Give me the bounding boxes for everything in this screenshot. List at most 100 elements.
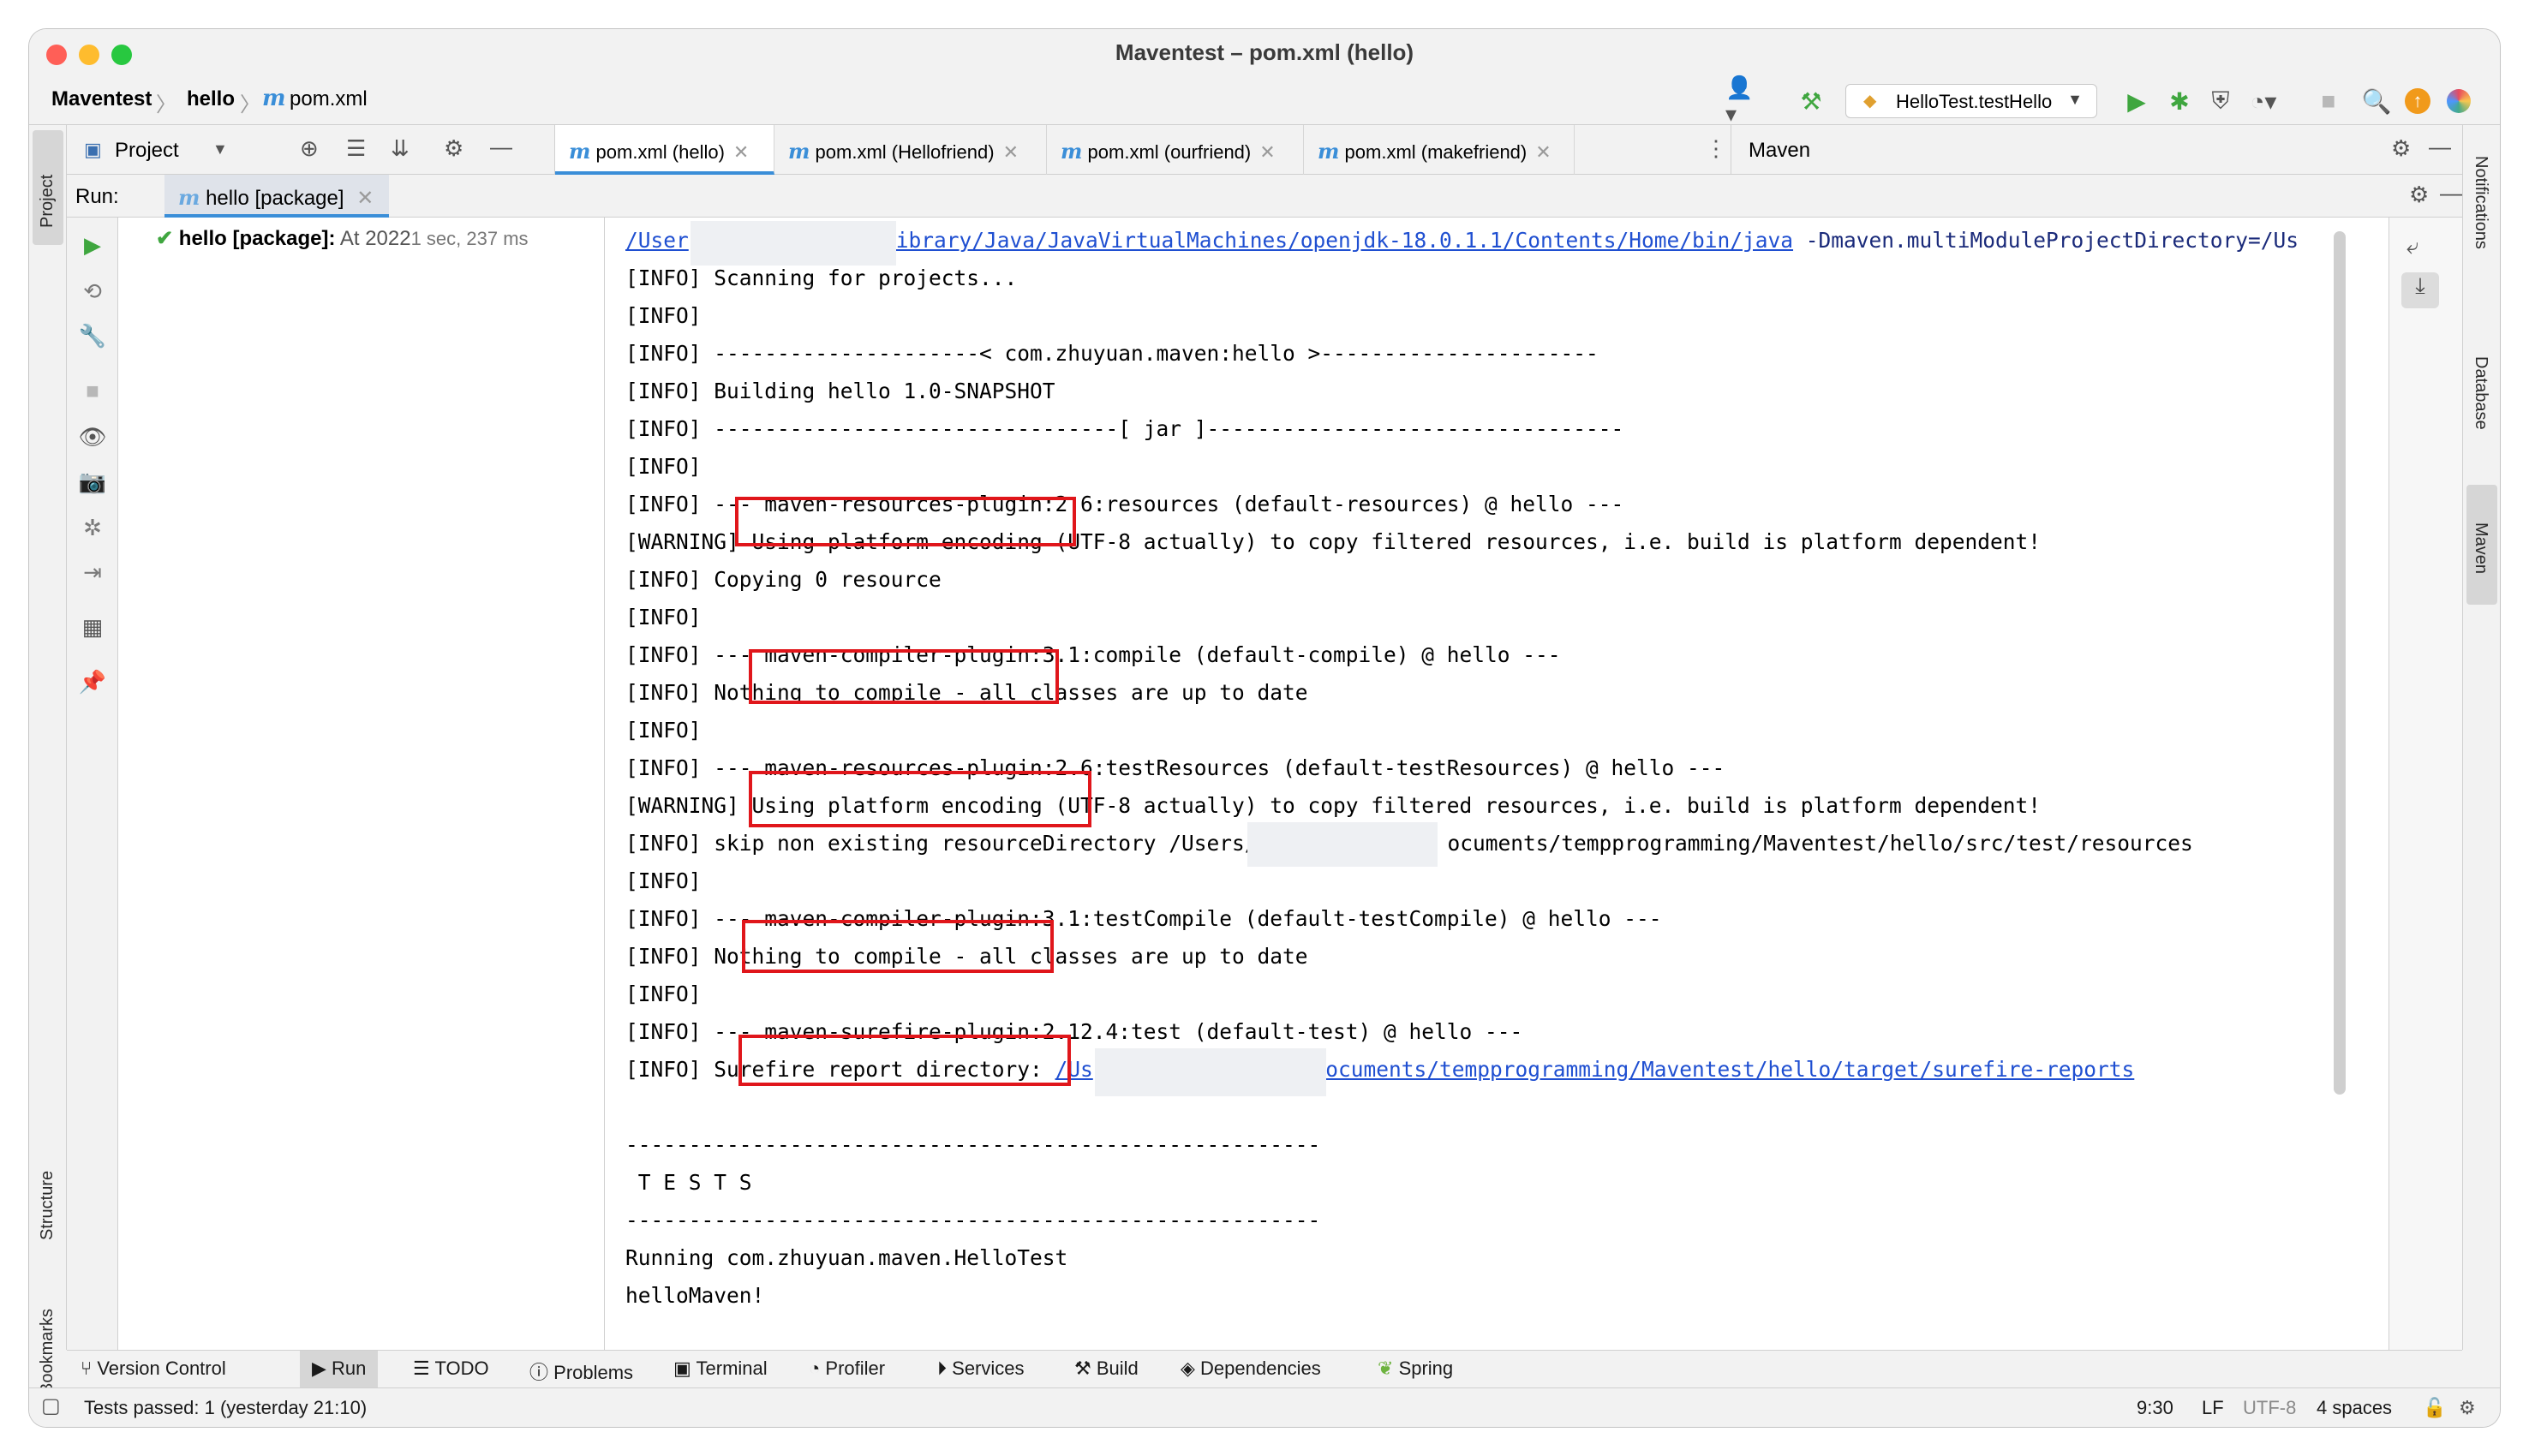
- search-icon[interactable]: 🔍: [2359, 84, 2394, 118]
- breadcrumb-project[interactable]: Maventest: [51, 87, 152, 111]
- tab-pom-ourfriend[interactable]: m pom.xml (ourfriend) ✕: [1047, 125, 1304, 175]
- tab-dependencies[interactable]: ◈ Dependencies: [1181, 1358, 1321, 1380]
- tab-label: Profiler: [825, 1358, 886, 1379]
- command-args: -Dmaven.multiModuleProjectDirectory=/Us: [1793, 228, 2299, 253]
- profile-icon[interactable]: ◔▾: [2246, 84, 2281, 118]
- gear-icon[interactable]: ⚙: [444, 135, 463, 162]
- console-line: [INFO] ---------------------< com.zhuyua…: [625, 341, 1599, 366]
- hide-panel-icon[interactable]: —: [2429, 134, 2451, 160]
- toggle-tool-windows-icon[interactable]: ▢: [41, 1393, 61, 1418]
- project-panel-label[interactable]: Project: [115, 139, 179, 163]
- rerun-icon[interactable]: ▶: [75, 228, 110, 262]
- java-path-link[interactable]: ibrary/Java/JavaVirtualMachines/openjdk-…: [896, 228, 1793, 253]
- run-configuration-select[interactable]: ◆ HelloTest.testHello ▼: [1845, 84, 2097, 118]
- tab-label: Run: [332, 1358, 367, 1379]
- update-icon[interactable]: ↑: [2400, 84, 2435, 118]
- profiler-icon: ◔: [809, 1358, 821, 1379]
- hide-panel-icon[interactable]: —: [490, 134, 512, 160]
- java-path-link-start[interactable]: /User: [625, 228, 689, 253]
- redacted-region: [691, 221, 896, 266]
- close-icon[interactable]: ✕: [1003, 141, 1019, 163]
- maven-panel-header: Maven ⚙ —: [1731, 125, 2462, 175]
- soft-wrap-icon[interactable]: ⤶: [2406, 233, 2419, 260]
- maven-stripe-label: Maven: [2472, 522, 2490, 575]
- status-message[interactable]: Tests passed: 1 (yesterday 21:10): [84, 1397, 367, 1419]
- gear-icon[interactable]: ⚙: [2391, 135, 2411, 162]
- run-tab-hello-package[interactable]: m hello [package] ✕: [164, 175, 390, 218]
- rerun-failed-icon[interactable]: ⟲: [75, 274, 110, 308]
- caret-position[interactable]: 9:30: [2137, 1397, 2173, 1419]
- gear-icon[interactable]: ⚙: [2409, 182, 2429, 208]
- user-account-icon[interactable]: 👤▾: [1725, 75, 1760, 127]
- tab-profiler[interactable]: ◔ Profiler: [809, 1358, 885, 1380]
- console-line: [INFO]: [625, 718, 702, 743]
- tree-item-hello-package[interactable]: ✔ hello [package]: At 20221 sec, 237 ms: [156, 226, 529, 251]
- debug-settings-icon[interactable]: ✲: [75, 510, 110, 545]
- tab-build[interactable]: ⚒ Build: [1074, 1358, 1139, 1380]
- pin-tab-icon[interactable]: 📌: [75, 665, 110, 699]
- tab-spring[interactable]: ❦ Spring: [1378, 1358, 1453, 1380]
- surefire-reports-link[interactable]: /Documents/tempprogramming/Maventest/hel…: [1300, 1057, 2135, 1082]
- show-passed-eye-icon[interactable]: 👁: [75, 420, 110, 454]
- tab-label: Version Control: [97, 1358, 226, 1379]
- file-encoding[interactable]: UTF-8: [2243, 1397, 2296, 1419]
- chevron-down-icon: ▼: [2067, 91, 2083, 108]
- stop-icon[interactable]: ■: [75, 373, 110, 408]
- console-line: T E S T S: [625, 1170, 752, 1195]
- vertical-scrollbar[interactable]: [2334, 231, 2346, 1095]
- notifications-stripe-label[interactable]: Notifications: [2471, 156, 2490, 249]
- tab-run[interactable]: ▶ Run: [300, 1351, 379, 1388]
- tab-services[interactable]: ⏵ Services: [937, 1358, 1025, 1380]
- hide-panel-icon[interactable]: —: [2440, 180, 2462, 206]
- list-icon: ☰: [413, 1358, 430, 1379]
- tab-version-control[interactable]: ⑂ Version Control: [81, 1358, 226, 1380]
- tab-terminal[interactable]: ▣ Terminal: [673, 1358, 768, 1380]
- layout-icon[interactable]: ▦: [75, 610, 110, 644]
- bookmarks-stripe-label[interactable]: Bookmarks: [38, 1309, 57, 1394]
- breadcrumb-module[interactable]: hello: [187, 87, 235, 111]
- more-tabs-icon[interactable]: ⋮: [1705, 135, 1727, 162]
- expand-all-icon[interactable]: ☰: [346, 135, 366, 162]
- tab-label: Build: [1096, 1358, 1139, 1379]
- close-icon[interactable]: ✕: [356, 187, 374, 210]
- close-icon[interactable]: ✕: [1259, 141, 1275, 163]
- maven-run-icon: m: [178, 185, 200, 210]
- settings-sync-icon[interactable]: ⚙: [2459, 1397, 2476, 1419]
- chevron-down-icon[interactable]: ▼: [212, 140, 228, 158]
- dependencies-icon: ◈: [1181, 1358, 1195, 1379]
- redacted-region: [1095, 1048, 1326, 1096]
- lock-icon[interactable]: 🔓: [2423, 1397, 2446, 1419]
- screenshot-camera-icon[interactable]: 📷: [75, 464, 110, 498]
- indent-setting[interactable]: 4 spaces: [2317, 1397, 2392, 1419]
- console-line: [INFO]: [625, 982, 702, 1006]
- scroll-to-end-icon[interactable]: ⤓: [2401, 272, 2439, 308]
- console-line: Running com.zhuyuan.maven.HelloTest: [625, 1245, 1068, 1270]
- collapse-all-icon[interactable]: ⇊: [391, 135, 410, 162]
- coverage-icon[interactable]: ⛨: [2203, 84, 2238, 118]
- console-side-toolbar: ⤶ ⤓: [2388, 218, 2462, 1350]
- stop-icon[interactable]: ■: [2311, 84, 2346, 118]
- line-separator[interactable]: LF: [2202, 1397, 2224, 1419]
- run-icon[interactable]: ▶: [2119, 84, 2154, 118]
- breadcrumb-file[interactable]: pom.xml: [290, 87, 368, 111]
- tab-problems[interactable]: ⓘ Problems: [529, 1358, 633, 1385]
- tab-todo[interactable]: ☰ TODO: [413, 1358, 489, 1380]
- close-icon[interactable]: ✕: [1535, 141, 1551, 163]
- import-tests-icon[interactable]: ⇥: [75, 555, 110, 589]
- tab-pom-hello[interactable]: m pom.xml (hello) ✕: [555, 125, 774, 175]
- debug-icon[interactable]: ✱: [2162, 84, 2197, 118]
- console-output[interactable]: /User ibrary/Java/JavaVirtualMachines/ope…: [605, 218, 2388, 1350]
- tab-pom-makefriend[interactable]: m pom.xml (makefriend) ✕: [1304, 125, 1575, 175]
- tab-pom-hellofriend[interactable]: m pom.xml (Hellofriend) ✕: [774, 125, 1047, 175]
- build-hammer-icon[interactable]: ⚒: [1794, 84, 1828, 118]
- plugin-logo-icon[interactable]: [2442, 84, 2476, 118]
- close-icon[interactable]: ✕: [733, 141, 749, 163]
- tab-label: Services: [952, 1358, 1025, 1379]
- tab-label: Terminal: [696, 1358, 768, 1379]
- structure-stripe-label[interactable]: Structure: [38, 1171, 57, 1240]
- locate-file-icon[interactable]: ⊕: [300, 135, 319, 162]
- bottom-tool-tabs: ⑂ Version Control ▶ Run ☰ TODO ⓘ Problem…: [67, 1350, 2462, 1388]
- database-stripe-label[interactable]: Database: [2471, 356, 2490, 430]
- tab-label: TODO: [434, 1358, 489, 1379]
- modify-config-wrench-icon[interactable]: 🔧: [75, 319, 110, 353]
